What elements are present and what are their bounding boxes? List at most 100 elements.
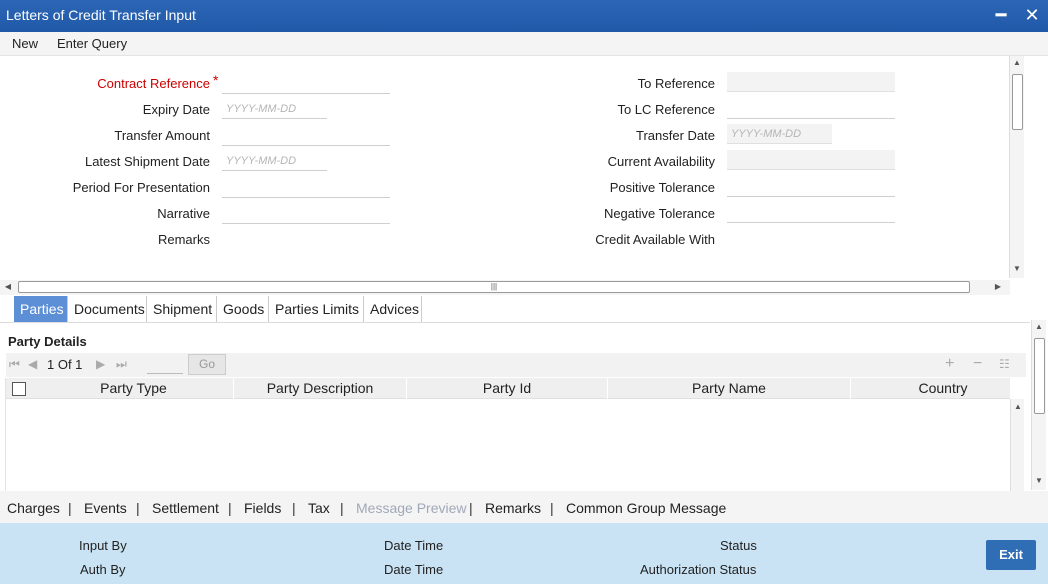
negative-tolerance-input[interactable]	[727, 203, 895, 223]
link-settlement[interactable]: Settlement	[152, 500, 219, 516]
link-separator: |	[228, 500, 232, 516]
transfer-date-label: Transfer Date	[636, 128, 715, 143]
tab-shipment[interactable]: Shipment	[147, 296, 217, 322]
to-lc-reference-input[interactable]	[727, 99, 895, 119]
column-party-name[interactable]: Party Name	[608, 378, 851, 399]
negative-tolerance-label: Negative Tolerance	[603, 206, 715, 221]
to-reference-input[interactable]	[727, 72, 895, 92]
delete-row-icon[interactable]: −	[973, 355, 982, 373]
next-page-icon[interactable]: ▶	[96, 357, 105, 371]
latest-shipment-date-input[interactable]: YYYY-MM-DD	[222, 151, 327, 171]
menu-new[interactable]: New	[12, 36, 38, 51]
positive-tolerance-label: Positive Tolerance	[609, 180, 715, 195]
form-horizontal-scrollbar[interactable]: ◀ ||| ▶	[0, 280, 1010, 295]
link-separator: |	[340, 500, 344, 516]
tab-parties-limits[interactable]: Parties Limits	[269, 296, 364, 322]
tab-goods[interactable]: Goods	[217, 296, 269, 322]
select-all-checkbox[interactable]	[12, 382, 26, 396]
menu-bar: New Enter Query	[0, 32, 1048, 56]
contract-reference-label: Contract Reference	[97, 76, 210, 91]
section-scroll-up-icon[interactable]: ▲	[1033, 322, 1045, 331]
grid-scroll-up-icon[interactable]: ▲	[1012, 402, 1024, 411]
party-grid-header: Party Type Party Description Party Id Pa…	[6, 378, 1036, 399]
narrative-label: Narrative	[157, 206, 210, 221]
section-scroll-down-icon[interactable]: ▼	[1033, 476, 1045, 485]
input-by-label: Input By	[79, 538, 127, 553]
window-title: Letters of Credit Transfer Input	[6, 7, 196, 23]
link-tax[interactable]: Tax	[308, 500, 330, 516]
current-availability-input[interactable]	[727, 150, 895, 170]
transfer-date-input[interactable]: YYYY-MM-DD	[727, 124, 832, 144]
status-label: Status	[720, 538, 757, 553]
grid-left-border	[5, 378, 6, 491]
remarks-label: Remarks	[157, 232, 210, 247]
tab-advices[interactable]: Advices	[364, 296, 422, 322]
menu-enter-query[interactable]: Enter Query	[57, 36, 127, 51]
form-horizontal-scroll-thumb[interactable]: |||	[18, 281, 970, 293]
form-vertical-scroll-thumb[interactable]	[1012, 74, 1023, 130]
window-titlebar: Letters of Credit Transfer Input ━ ✕	[0, 0, 1048, 32]
audit-panel: Input By Auth By Date Time Date Time Sta…	[0, 523, 1048, 584]
add-row-icon[interactable]: +	[945, 355, 954, 373]
tab-documents[interactable]: Documents	[68, 296, 147, 322]
form-area: Contract Reference * Expiry Date YYYY-MM…	[0, 56, 1024, 280]
grid-vertical-scrollbar[interactable]: ▲	[1010, 399, 1024, 491]
scroll-down-icon[interactable]: ▼	[1011, 264, 1023, 273]
period-for-presentation-input[interactable]	[222, 178, 390, 198]
link-remarks[interactable]: Remarks	[485, 500, 541, 516]
link-separator: |	[136, 500, 140, 516]
last-page-icon[interactable]: ⏭	[116, 357, 127, 372]
auth-date-time-label: Date Time	[384, 562, 444, 577]
previous-page-icon[interactable]: ◀	[28, 357, 37, 371]
input-date-time-label: Date Time	[384, 538, 444, 553]
narrative-input[interactable]	[222, 204, 390, 224]
tab-parties[interactable]: Parties	[14, 296, 68, 322]
page-number-input[interactable]	[147, 356, 183, 374]
expiry-date-label: Expiry Date	[142, 102, 210, 117]
link-fields[interactable]: Fields	[244, 500, 281, 516]
scroll-up-icon[interactable]: ▲	[1011, 58, 1023, 67]
credit-available-with-label: Credit Available With	[595, 232, 715, 247]
column-party-type[interactable]: Party Type	[34, 378, 234, 399]
period-for-presentation-label: Period For Presentation	[72, 180, 210, 195]
tab-divider	[0, 322, 1030, 323]
column-party-id[interactable]: Party Id	[407, 378, 608, 399]
go-button[interactable]: Go	[188, 354, 226, 375]
page-indicator: 1 Of 1	[47, 357, 83, 372]
bottom-link-bar: Charges | Events | Settlement | Fields |…	[0, 491, 1048, 523]
to-lc-reference-label: To LC Reference	[617, 102, 715, 117]
scroll-right-icon[interactable]: ▶	[992, 282, 1004, 291]
to-reference-label: To Reference	[637, 76, 715, 91]
exit-button[interactable]: Exit	[986, 540, 1036, 570]
expiry-date-input[interactable]: YYYY-MM-DD	[222, 99, 327, 119]
latest-shipment-date-label: Latest Shipment Date	[84, 154, 210, 169]
link-message-preview: Message Preview	[356, 500, 467, 516]
authorization-status-label: Authorization Status	[640, 562, 757, 577]
contract-reference-input[interactable]	[222, 74, 390, 94]
auth-by-label: Auth By	[80, 562, 126, 577]
link-charges[interactable]: Charges	[7, 500, 60, 516]
positive-tolerance-input[interactable]	[727, 177, 895, 197]
transfer-amount-input[interactable]	[222, 126, 390, 146]
party-pager: ⏮ ◀ 1 Of 1 ▶ ⏭ Go + − ☷	[6, 353, 1026, 377]
minimize-icon[interactable]: ━	[990, 4, 1012, 26]
column-country[interactable]: Country	[851, 378, 1036, 399]
link-common-group-message[interactable]: Common Group Message	[566, 500, 726, 516]
link-separator: |	[292, 500, 296, 516]
column-party-description[interactable]: Party Description	[234, 378, 407, 399]
close-icon[interactable]: ✕	[1021, 4, 1043, 26]
section-vertical-scrollbar[interactable]: ▲ ▼	[1031, 320, 1046, 490]
first-page-icon[interactable]: ⏮	[9, 357, 20, 372]
form-vertical-scrollbar[interactable]: ▲ ▼	[1009, 56, 1024, 278]
current-availability-label: Current Availability	[607, 154, 715, 169]
scroll-left-icon[interactable]: ◀	[2, 282, 14, 291]
single-view-icon[interactable]: ☷	[999, 357, 1010, 371]
link-events[interactable]: Events	[84, 500, 127, 516]
required-mark: *	[213, 72, 219, 88]
link-separator: |	[469, 500, 473, 516]
transfer-amount-label: Transfer Amount	[114, 128, 210, 143]
party-details-title: Party Details	[8, 334, 87, 349]
party-grid-body	[6, 399, 1010, 491]
section-vertical-scroll-thumb[interactable]	[1034, 338, 1045, 414]
link-separator: |	[550, 500, 554, 516]
